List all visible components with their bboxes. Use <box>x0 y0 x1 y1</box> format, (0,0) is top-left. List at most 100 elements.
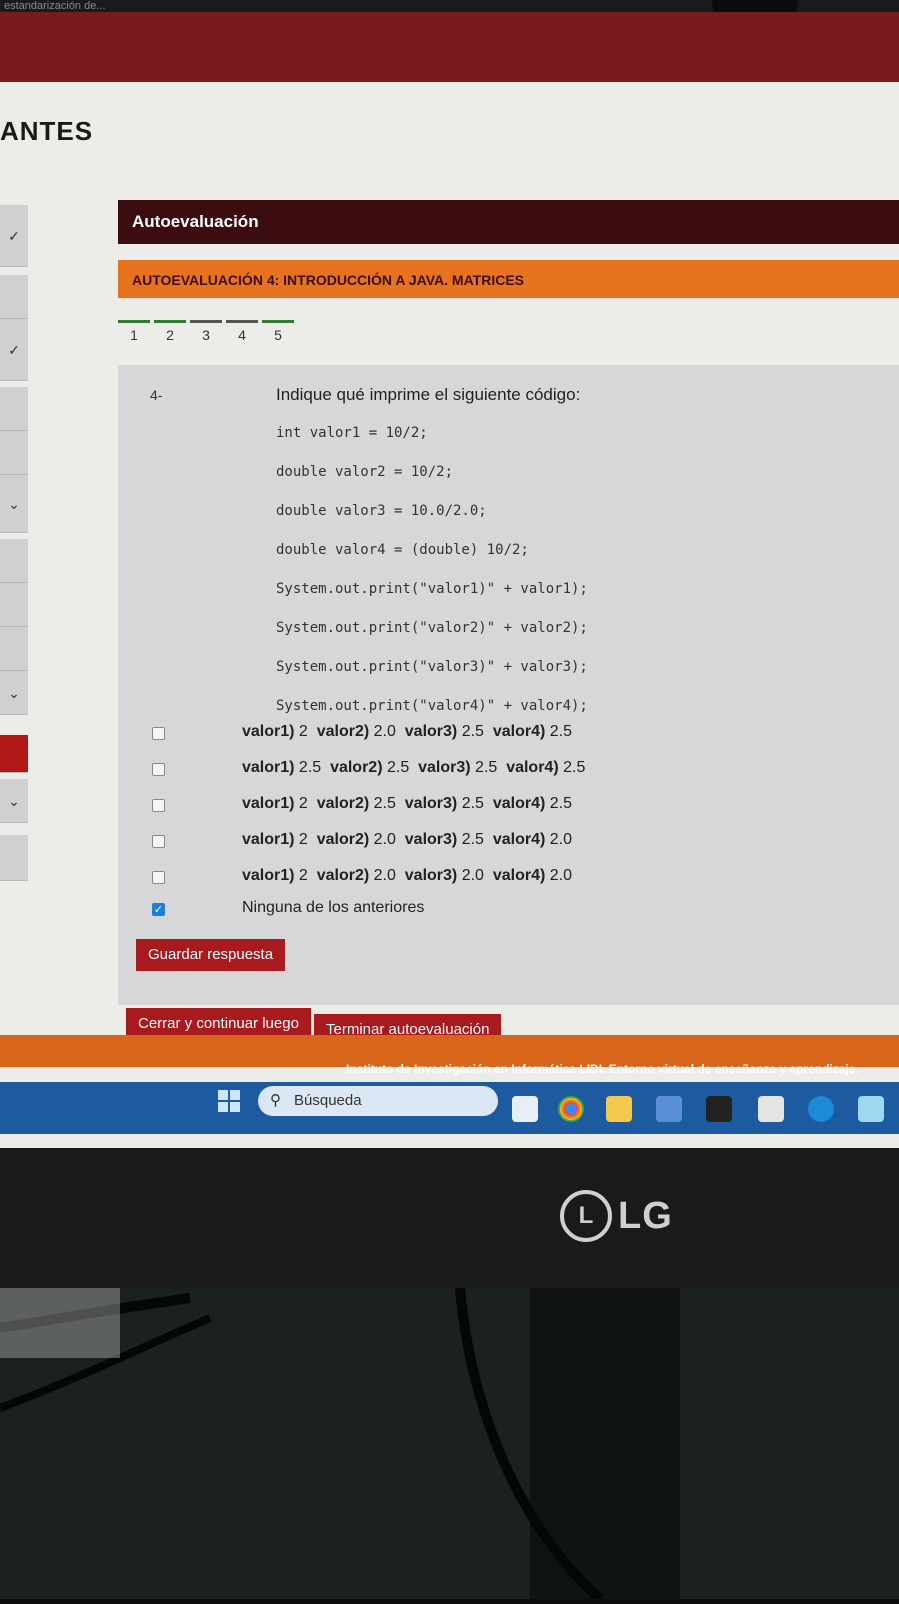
code-line: System.out.print("valor2)" + valor2); <box>276 620 588 636</box>
opt-key: valor4) <box>492 867 546 884</box>
checkbox[interactable] <box>152 762 165 776</box>
opt-val: 2.5 <box>461 795 484 812</box>
opt-key: valor1) <box>242 795 295 812</box>
opt-key: valor2) <box>316 723 370 740</box>
sidebar-item[interactable]: ⌄ <box>0 779 28 823</box>
sidebar-item[interactable] <box>0 387 28 431</box>
opt-val: 2 <box>298 723 308 740</box>
windows-start-icon[interactable] <box>218 1090 240 1112</box>
checkbox[interactable] <box>152 726 165 740</box>
panel-header: Autoevaluación <box>118 200 899 244</box>
site-header-band <box>0 12 899 82</box>
checkbox-checked[interactable]: ✓ <box>152 902 165 916</box>
opt-val: 2.5 <box>298 759 322 776</box>
app-icon[interactable] <box>656 1096 682 1122</box>
sidebar-item[interactable]: ⌄ <box>0 475 28 533</box>
question-area: 4- Indique qué imprime el siguiente códi… <box>118 365 899 1005</box>
code-line: double valor3 = 10.0/2.0; <box>276 503 487 519</box>
page-link-4[interactable]: 4 <box>226 320 258 349</box>
lg-logo-text: LG <box>618 1194 673 1237</box>
sidebar-item[interactable]: ⌄ <box>0 671 28 715</box>
question-number: 4- <box>150 387 163 403</box>
opt-val: 2.0 <box>373 867 396 884</box>
monitor-bezel <box>0 1148 899 1288</box>
chrome-icon[interactable] <box>558 1096 584 1122</box>
answer-option-6[interactable]: ✓ <box>152 895 165 923</box>
sidebar: ✓ ✓ ⌄ ⌄ ⌄ <box>0 205 34 895</box>
opt-val: 2.5 <box>475 759 498 776</box>
answer-option-2[interactable] <box>152 755 165 783</box>
opt-val: 2.5 <box>549 723 573 740</box>
page-link-5[interactable]: 5 <box>262 320 294 349</box>
sidebar-item[interactable]: ✓ <box>0 319 28 381</box>
sidebar-item[interactable] <box>0 275 28 319</box>
checkbox[interactable] <box>152 834 165 848</box>
chevron-down-icon: ✓ <box>8 228 20 244</box>
terminal-icon[interactable] <box>706 1096 732 1122</box>
sidebar-item[interactable] <box>0 539 28 583</box>
section-title: AUTOEVALUACIÓN 4: INTRODUCCIÓN A JAVA. M… <box>118 260 899 298</box>
opt-key: valor1) <box>242 759 295 776</box>
lg-logo: L LG <box>560 1190 673 1242</box>
lg-logo-mark: L <box>560 1190 612 1242</box>
opt-key: valor4) <box>492 795 546 812</box>
settings-gear-icon[interactable] <box>758 1096 784 1122</box>
opt-key: valor1) <box>242 831 295 848</box>
sidebar-item[interactable]: ✓ <box>0 205 28 267</box>
answer-option-6-label: Ninguna de los anteriores <box>242 899 425 916</box>
opt-key: valor4) <box>492 831 546 848</box>
answer-option-4[interactable] <box>152 827 165 855</box>
taskbar-search[interactable]: ⚲ Búsqueda <box>258 1086 498 1116</box>
opt-key: valor2) <box>316 795 370 812</box>
search-icon: ⚲ <box>270 1092 281 1109</box>
checkbox[interactable] <box>152 870 165 884</box>
answer-option-3[interactable] <box>152 791 165 819</box>
opt-key: valor2) <box>316 831 370 848</box>
sidebar-item[interactable] <box>0 431 28 475</box>
code-line: System.out.print("valor4)" + valor4); <box>276 698 588 714</box>
screen: estandarización de... ANTES ✓ ✓ ⌄ ⌄ ⌄ Au… <box>0 0 899 1148</box>
page-link-1[interactable]: 1 <box>118 320 150 349</box>
browser-tab-label[interactable]: estandarización de... <box>4 0 106 12</box>
sidebar-item-active[interactable] <box>0 735 28 773</box>
opt-key: valor2) <box>330 759 383 776</box>
sidebar-item[interactable] <box>0 835 28 881</box>
sidebar-item[interactable] <box>0 627 28 671</box>
question-pager: 1 2 3 4 5 <box>118 320 294 350</box>
checkbox[interactable] <box>152 798 165 812</box>
question-prompt: Indique qué imprime el siguiente código: <box>276 385 581 404</box>
code-line: double valor4 = (double) 10/2; <box>276 542 529 558</box>
code-line: double valor2 = 10/2; <box>276 464 454 480</box>
answer-option-3-label: valor1) 2 valor2) 2.5 valor3) 2.5 valor4… <box>242 795 572 813</box>
opt-val: 2 <box>298 867 308 884</box>
chevron-down-icon: ✓ <box>8 342 20 358</box>
file-explorer-icon[interactable] <box>606 1096 632 1122</box>
opt-val: 2.0 <box>549 867 573 884</box>
answer-option-1[interactable] <box>152 719 165 747</box>
mail-icon[interactable] <box>808 1096 834 1122</box>
opt-key: valor4) <box>492 723 546 740</box>
taskbar: ⚲ Búsqueda <box>0 1082 899 1134</box>
page-link-2[interactable]: 2 <box>154 320 186 349</box>
save-answer-button[interactable]: Guardar respuesta <box>136 939 286 971</box>
opt-val: 2.5 <box>461 723 484 740</box>
opt-key: valor3) <box>404 831 458 848</box>
notepad-icon[interactable] <box>858 1096 884 1122</box>
answer-option-2-label: valor1) 2.5 valor2) 2.5 valor3) 2.5 valo… <box>242 759 585 777</box>
answer-option-5[interactable] <box>152 863 165 891</box>
chevron-down-icon: ⌄ <box>8 685 20 701</box>
answer-option-4-label: valor1) 2 valor2) 2.0 valor3) 2.5 valor4… <box>242 831 572 849</box>
task-view-icon[interactable] <box>512 1096 538 1122</box>
opt-val: 2.0 <box>549 831 573 848</box>
footer-text: Instituto de Investigación en Informátic… <box>346 1062 859 1076</box>
code-line: int valor1 = 10/2; <box>276 425 428 441</box>
answer-option-1-label: valor1) 2 valor2) 2.0 valor3) 2.5 valor4… <box>242 723 572 741</box>
opt-val: 2.5 <box>386 759 410 776</box>
opt-key: valor4) <box>506 759 559 776</box>
opt-val: 2.5 <box>373 795 396 812</box>
opt-key: valor3) <box>404 795 458 812</box>
page-link-3[interactable]: 3 <box>190 320 222 349</box>
chevron-down-icon: ⌄ <box>8 793 20 809</box>
sidebar-item[interactable] <box>0 583 28 627</box>
opt-val: 2.0 <box>461 867 484 884</box>
